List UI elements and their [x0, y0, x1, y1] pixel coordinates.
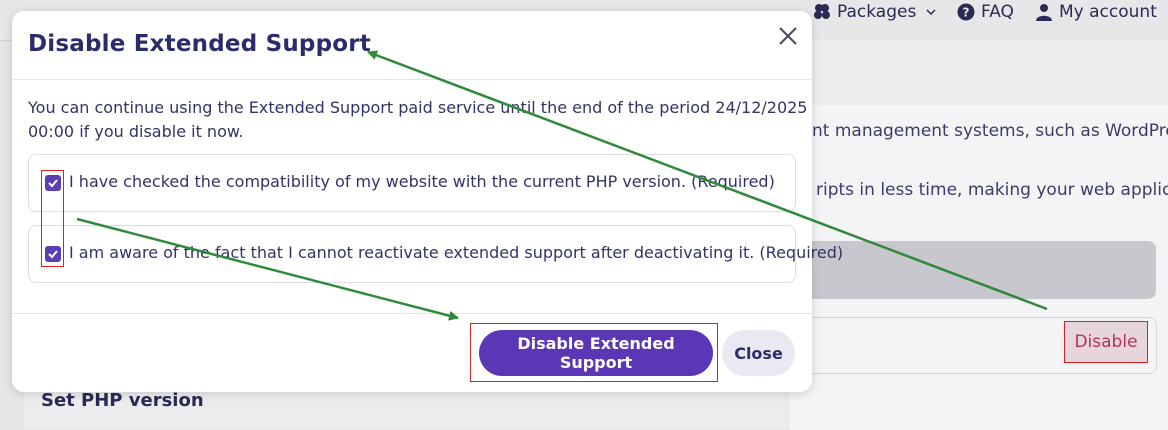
compatibility-checkbox[interactable]	[45, 175, 61, 191]
reactivation-checkbox-label[interactable]: I am aware of the fact that I cannot rea…	[69, 243, 843, 262]
dialog-title: Disable Extended Support	[28, 31, 371, 57]
close-icon[interactable]	[776, 24, 800, 48]
checkmark-icon	[48, 250, 58, 259]
faq-icon: ?	[957, 3, 975, 21]
dialog-header: Disable Extended Support	[12, 11, 812, 80]
disable-button[interactable]: Disable	[1064, 321, 1148, 363]
reactivation-checkbox-row[interactable]: I am aware of the fact that I cannot rea…	[28, 225, 843, 283]
nav-my-account[interactable]: My account	[1035, 0, 1157, 24]
compatibility-checkbox-label[interactable]: I have checked the compatibility of my w…	[69, 172, 775, 191]
dialog-footer-divider	[12, 313, 812, 314]
nav-faq[interactable]: ? FAQ	[957, 0, 1014, 24]
checkmark-icon	[48, 179, 58, 188]
background-text-line-2: ripts in less time, making your web appl…	[816, 180, 1168, 200]
dialog-description: You can continue using the Extended Supp…	[28, 98, 808, 141]
svg-text:?: ?	[963, 6, 970, 20]
chevron-down-icon	[926, 9, 936, 16]
user-icon	[1036, 4, 1052, 21]
reactivation-checkbox[interactable]	[45, 246, 61, 262]
set-php-version-heading: Set PHP version	[41, 390, 204, 411]
nav-my-account-label: My account	[1059, 2, 1157, 22]
background-info-block	[790, 241, 1156, 299]
nav-packages-label: Packages	[837, 2, 917, 22]
nav-faq-label: FAQ	[981, 2, 1014, 22]
compatibility-checkbox-row[interactable]: I have checked the compatibility of my w…	[28, 154, 796, 212]
close-button[interactable]: Close	[722, 330, 795, 376]
nav-packages[interactable]: Packages	[813, 0, 936, 24]
disable-extended-support-button[interactable]: Disable Extended Support	[479, 330, 713, 376]
packages-icon	[814, 4, 830, 19]
background-text-line-1: nt management systems, such as WordPress	[812, 121, 1168, 141]
